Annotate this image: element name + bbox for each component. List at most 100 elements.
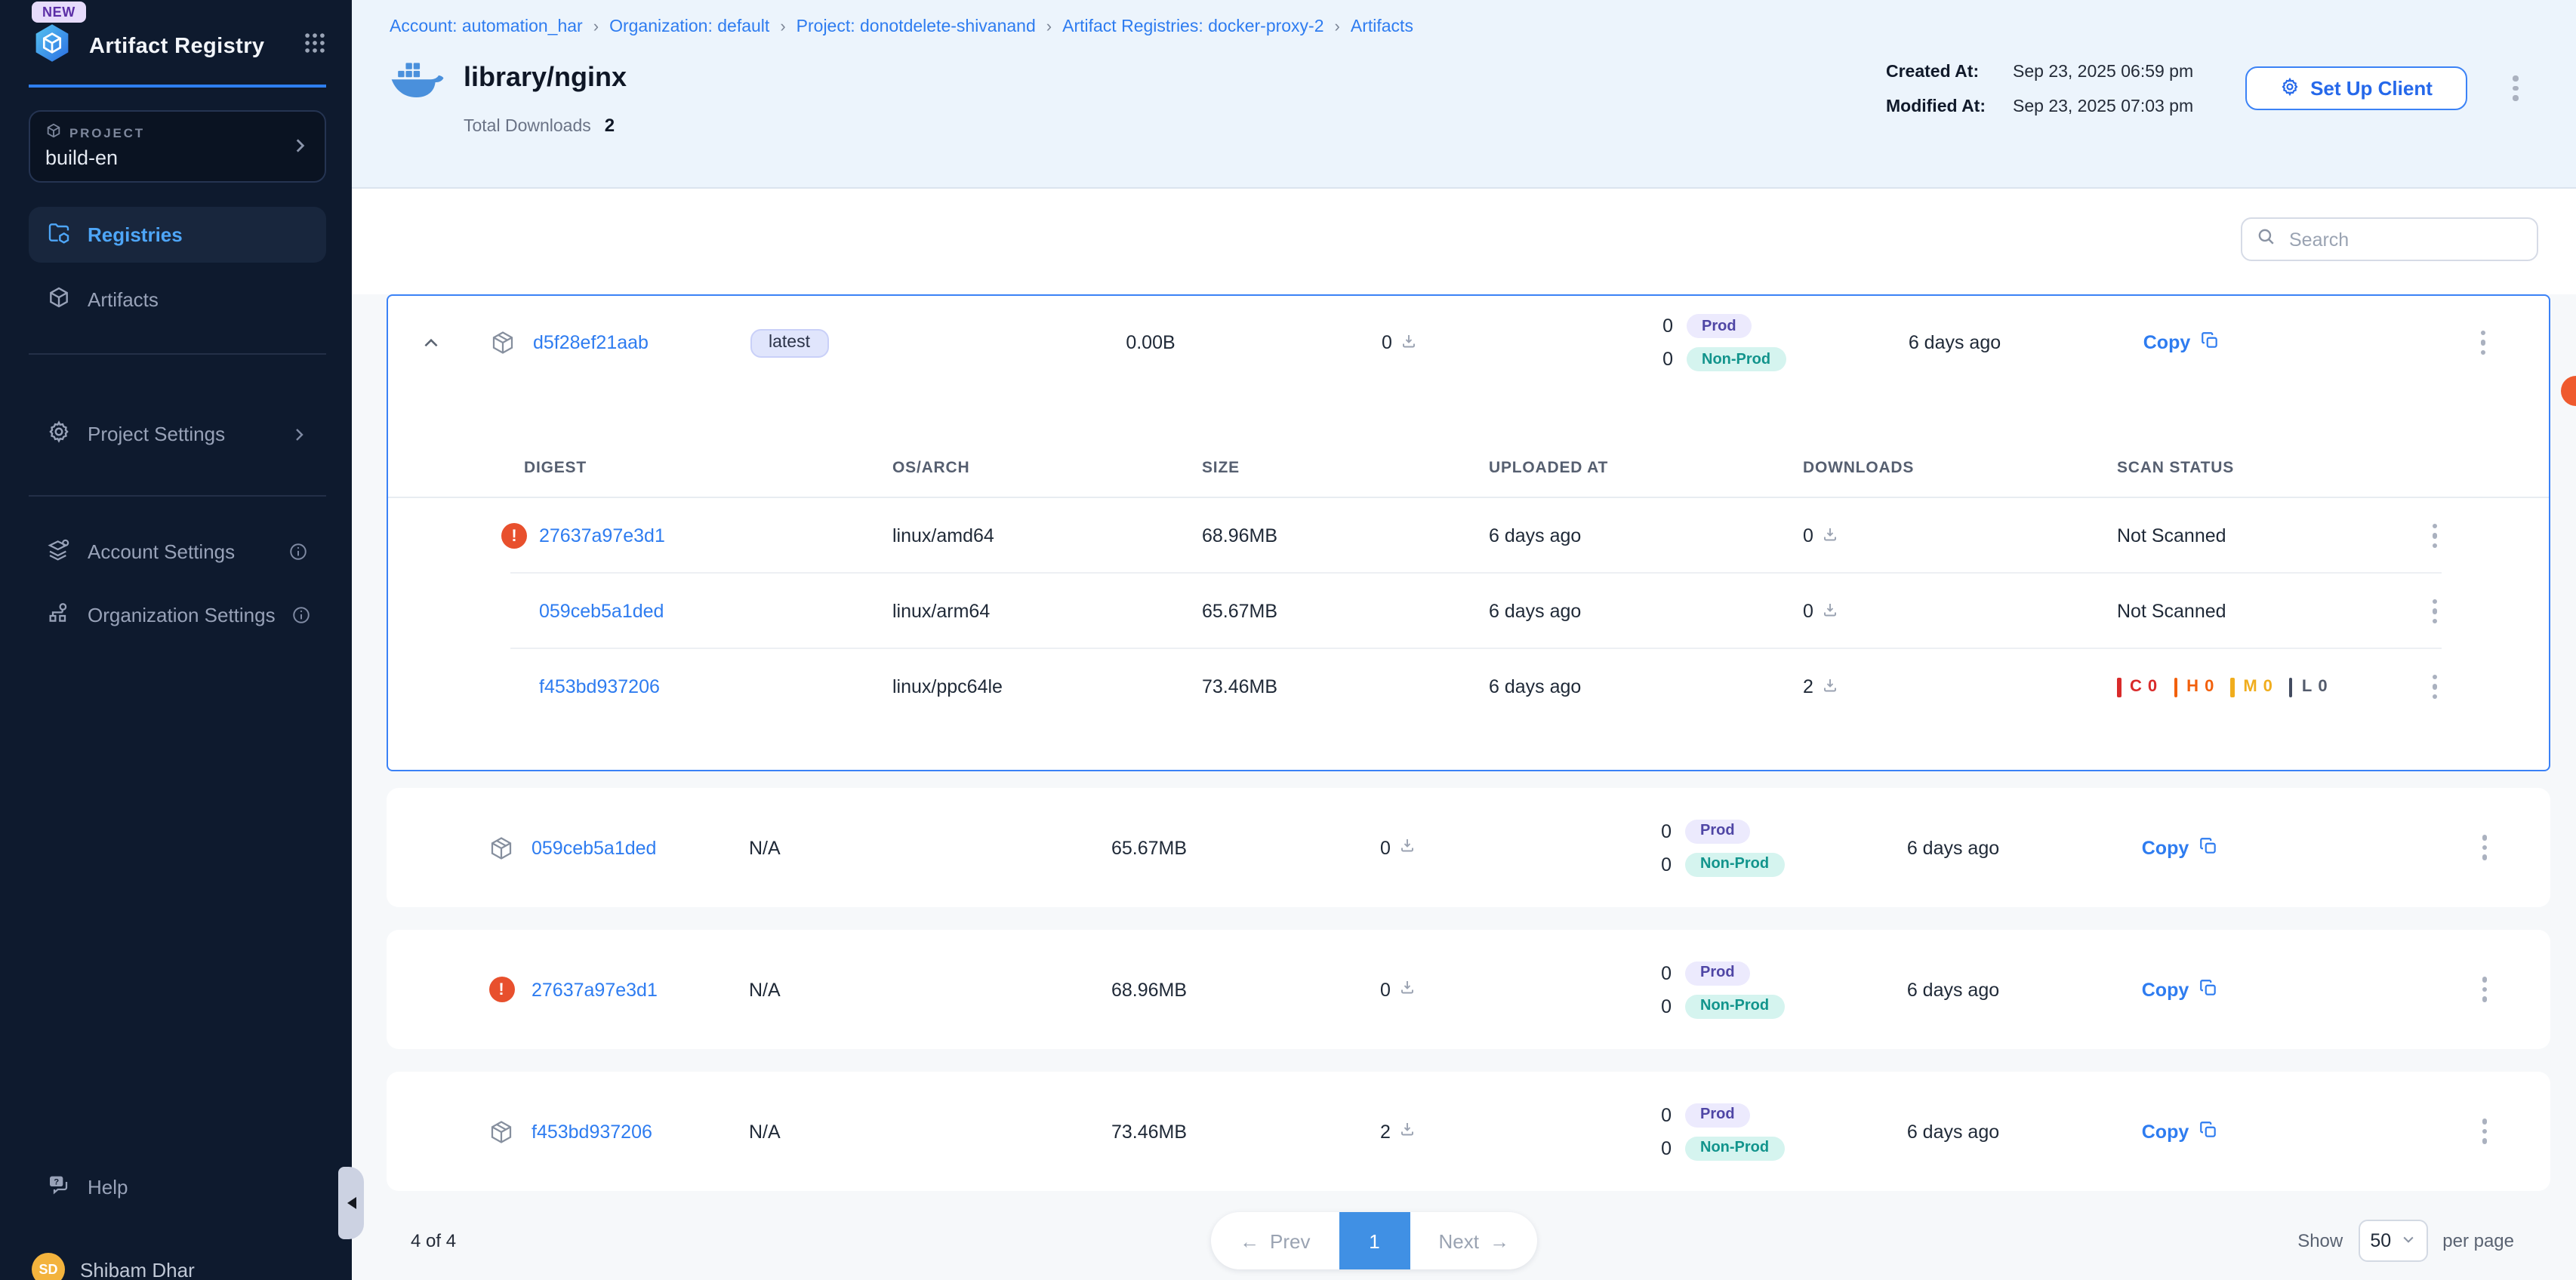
- breadcrumb-artifacts[interactable]: Artifacts: [1351, 18, 1413, 36]
- column-header-uploaded-at: UPLOADED AT: [1489, 459, 1803, 477]
- modified-at-value: Sep 23, 2025 07:03 pm: [2013, 98, 2193, 116]
- sidebar-item-label: Project Settings: [88, 423, 225, 445]
- row-kebab-menu[interactable]: [2477, 1115, 2550, 1149]
- severity-bar: [2289, 677, 2293, 697]
- download-icon: [1398, 1120, 1416, 1143]
- download-icon: [1821, 675, 1839, 698]
- organization-settings-icon: [47, 601, 71, 629]
- breadcrumb-registry[interactable]: Artifact Registries: docker-proxy-2: [1062, 18, 1323, 36]
- page-number-active[interactable]: 1: [1339, 1212, 1410, 1269]
- artifact-digest-link[interactable]: d5f28ef21aab: [533, 332, 750, 353]
- artifact-digest-link[interactable]: 27637a97e3d1: [532, 979, 749, 1000]
- breadcrumb-separator: ›: [1335, 18, 1340, 36]
- digest-table-header: DIGEST OS/ARCH SIZE UPLOADED AT DOWNLOAD…: [388, 389, 2549, 498]
- sidebar-accent-line: [29, 85, 326, 88]
- row-kebab-menu[interactable]: [2427, 670, 2549, 704]
- scan-status: Not Scanned: [2117, 601, 2396, 622]
- account-settings-icon: [47, 537, 71, 566]
- prod-badge: Prod: [1685, 961, 1750, 985]
- copy-button[interactable]: Copy: [2085, 1119, 2274, 1143]
- artifact-box-icon: [473, 329, 533, 356]
- severity-medium: M0: [2230, 677, 2272, 697]
- search-input[interactable]: [2286, 227, 2523, 251]
- collapse-arrow-icon: [347, 1197, 356, 1209]
- sidebar-item-project-settings[interactable]: Project Settings: [29, 406, 326, 462]
- collapse-chevron-up-icon[interactable]: [388, 333, 473, 352]
- prev-page-button[interactable]: ← Prev: [1211, 1212, 1339, 1269]
- download-icon: [1821, 600, 1839, 623]
- environment-counts: 0Prod 0Non-Prod: [1632, 819, 1821, 876]
- breadcrumb-organization[interactable]: Organization: default: [609, 18, 769, 36]
- severity-bar: [2117, 677, 2121, 697]
- sidebar-item-registries[interactable]: Registries: [29, 207, 326, 263]
- sidebar-item-label: Account Settings: [88, 540, 235, 563]
- header-kebab-menu[interactable]: [2508, 71, 2522, 105]
- row-kebab-menu[interactable]: [2477, 831, 2550, 865]
- artifact-row[interactable]: 059ceb5a1ded N/A 65.67MB 0 0Prod 0Non-Pr…: [387, 788, 2550, 907]
- result-count: 4 of 4: [411, 1230, 456, 1251]
- artifact-size: 68.96MB: [960, 979, 1338, 1000]
- artifacts-box-icon: [47, 285, 71, 314]
- project-value: build-en: [45, 146, 310, 169]
- sidebar-item-account-settings[interactable]: Account Settings: [29, 524, 326, 580]
- sidebar-divider: [29, 353, 326, 355]
- app-title: Artifact Registry: [89, 35, 264, 59]
- tag-value: N/A: [749, 1121, 960, 1142]
- project-selector[interactable]: PROJECT build-en: [29, 110, 326, 183]
- expanded-artifact-group: d5f28ef21aab latest 0.00B 0 0Prod 0Non-P…: [387, 294, 2550, 771]
- sidebar-divider: [29, 495, 326, 497]
- warning-icon: !: [488, 977, 514, 1002]
- search-icon: [2256, 226, 2276, 253]
- prod-count: 0: [1659, 1104, 1672, 1125]
- row-kebab-menu[interactable]: [2477, 973, 2550, 1007]
- artifact-row[interactable]: f453bd937206 N/A 73.46MB 2 0Prod 0Non-Pr…: [387, 1072, 2550, 1191]
- sidebar-item-label: Organization Settings: [88, 604, 276, 626]
- row-kebab-menu[interactable]: [2427, 519, 2549, 553]
- digest-row: ! 27637a97e3d1 linux/amd64 68.96MB 6 day…: [388, 498, 2549, 574]
- copy-label: Copy: [2142, 837, 2189, 858]
- size: 65.67MB: [1202, 601, 1489, 622]
- copy-button[interactable]: Copy: [2085, 977, 2274, 1002]
- chevron-right-icon: [290, 136, 310, 163]
- row-kebab-menu[interactable]: [2427, 595, 2549, 629]
- artifact-row-expanded[interactable]: d5f28ef21aab latest 0.00B 0 0Prod 0Non-P…: [388, 296, 2549, 389]
- row-kebab-menu[interactable]: [2476, 326, 2549, 360]
- app-switcher-icon[interactable]: [302, 30, 328, 63]
- breadcrumb-account[interactable]: Account: automation_har: [390, 18, 583, 36]
- sidebar-item-artifacts[interactable]: Artifacts: [29, 272, 326, 328]
- artifact-card: 059ceb5a1ded N/A 65.67MB 0 0Prod 0Non-Pr…: [387, 788, 2550, 907]
- sidebar-collapse-handle[interactable]: [338, 1167, 364, 1239]
- next-page-button[interactable]: Next →: [1410, 1212, 1537, 1269]
- artifact-digest-link[interactable]: 059ceb5a1ded: [532, 837, 749, 858]
- nonprod-count: 0: [1661, 349, 1673, 370]
- environment-counts: 0Prod 0Non-Prod: [1632, 961, 1821, 1018]
- breadcrumb-separator: ›: [593, 18, 599, 36]
- prod-badge: Prod: [1687, 314, 1752, 338]
- digest-link[interactable]: f453bd937206: [539, 676, 660, 697]
- os-arch: linux/arm64: [892, 601, 1202, 622]
- download-count: 0: [1380, 837, 1391, 858]
- digest-link[interactable]: 059ceb5a1ded: [539, 601, 664, 622]
- sidebar-item-organization-settings[interactable]: Organization Settings: [29, 587, 326, 643]
- artifact-card: f453bd937206 N/A 73.46MB 2 0Prod 0Non-Pr…: [387, 1072, 2550, 1191]
- total-downloads-label: Total Downloads: [464, 118, 591, 136]
- copy-button[interactable]: Copy: [2085, 835, 2274, 860]
- breadcrumb-project[interactable]: Project: donotdelete-shivanand: [797, 18, 1036, 36]
- digest-link[interactable]: 27637a97e3d1: [539, 525, 665, 546]
- brand: Artifact Registry: [32, 21, 328, 72]
- digest-row: 059ceb5a1ded linux/arm64 65.67MB 6 days …: [388, 574, 2549, 649]
- column-header-scan-status: SCAN STATUS: [2117, 459, 2396, 477]
- artifact-size: 73.46MB: [960, 1121, 1338, 1142]
- set-up-client-button[interactable]: Set Up Client: [2245, 66, 2467, 110]
- copy-button[interactable]: Copy: [2087, 331, 2276, 355]
- artifact-age: 6 days ago: [1823, 332, 2087, 353]
- artifact-digest-link[interactable]: f453bd937206: [532, 1121, 749, 1142]
- gear-icon: [47, 420, 71, 448]
- sidebar-item-help[interactable]: ? Help: [29, 1159, 326, 1215]
- artifact-row[interactable]: ! 27637a97e3d1 N/A 68.96MB 0 0Prod 0Non-…: [387, 930, 2550, 1049]
- user-menu[interactable]: SD Shibam Dhar: [32, 1247, 329, 1280]
- severity-bar: [2230, 677, 2234, 697]
- artifact-age: 6 days ago: [1821, 979, 2085, 1000]
- page-size-select[interactable]: 50: [2358, 1220, 2427, 1262]
- copy-icon: [2198, 835, 2217, 860]
